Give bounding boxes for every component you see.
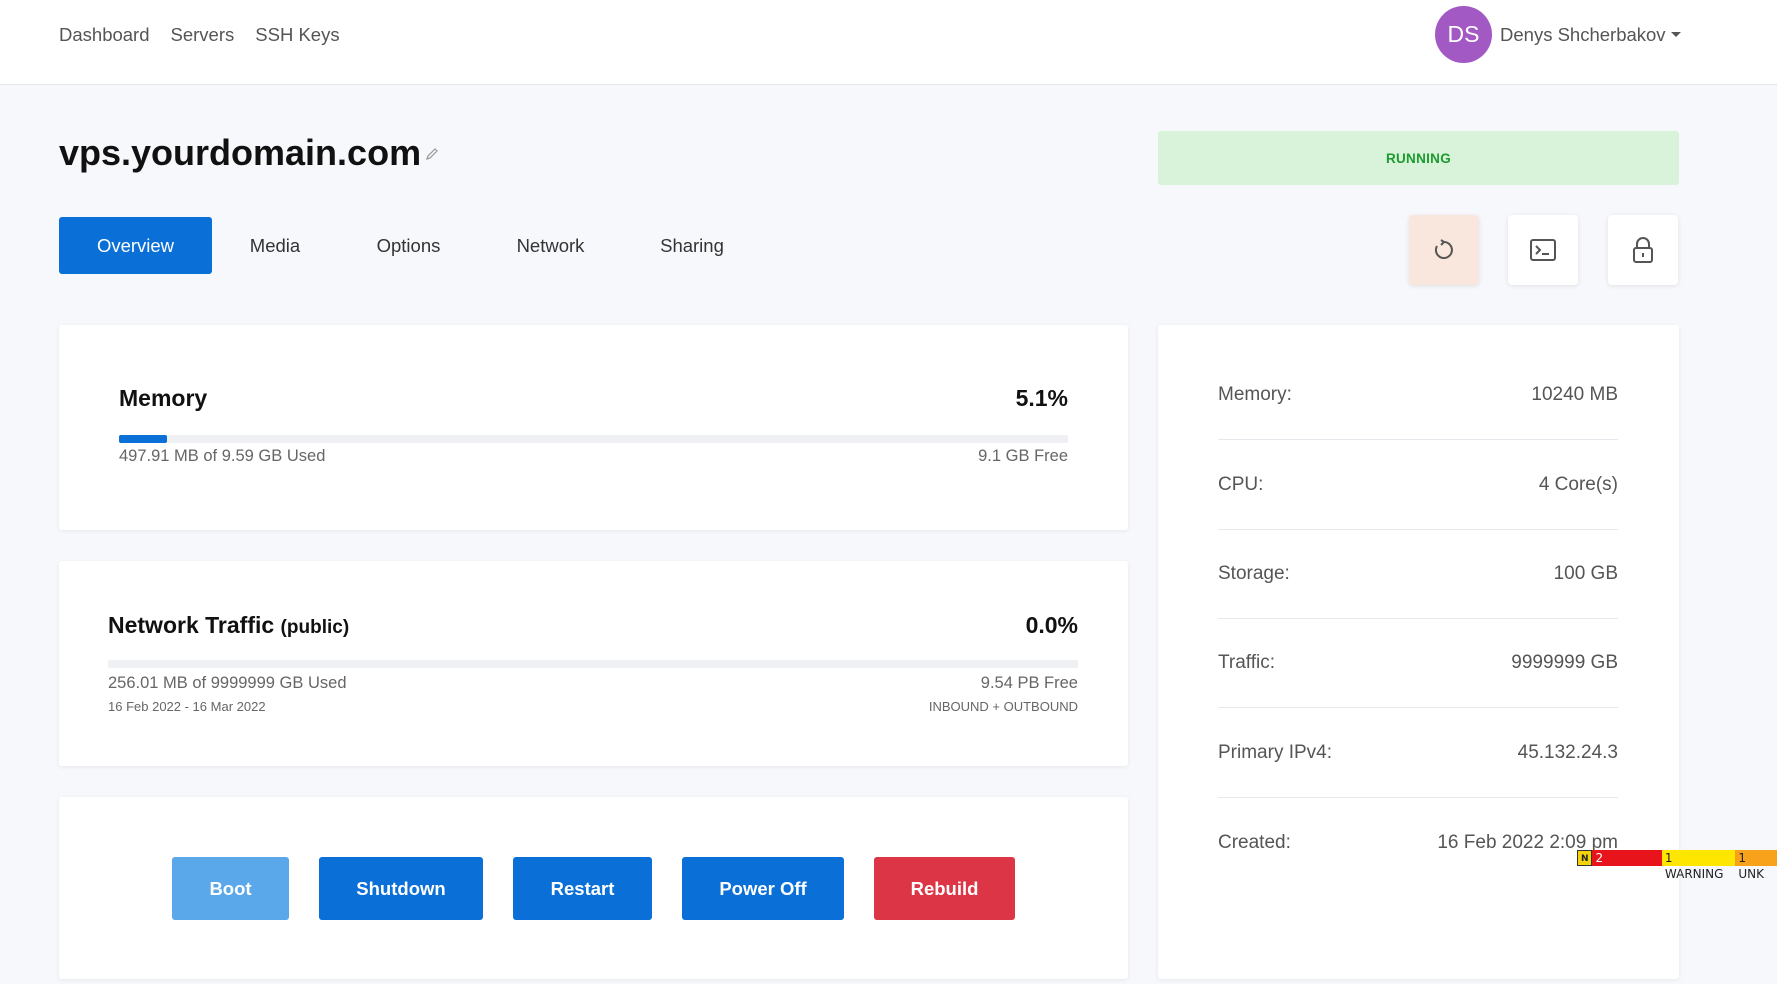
- spec-value: 4 Core(s): [1538, 474, 1618, 495]
- memory-progress-fill: [119, 435, 168, 443]
- traffic-progress-bar: [108, 660, 1078, 668]
- spec-label: Memory:: [1218, 384, 1292, 405]
- spec-created: Created: 16 Feb 2022 2:09 pm: [1218, 798, 1618, 887]
- page-title: vps.yourdomain.com: [59, 132, 422, 173]
- unknown-count-badge[interactable]: 1 UNK: [1735, 850, 1777, 881]
- traffic-free-text: 9.54 PB Free: [980, 674, 1078, 692]
- console-button[interactable]: [1508, 215, 1578, 285]
- shutdown-button[interactable]: Shutdown: [319, 857, 483, 920]
- spec-value: 100 GB: [1553, 563, 1618, 584]
- traffic-title-text: Network Traffic: [108, 612, 275, 638]
- main-nav: Dashboard Servers SSH Keys: [59, 24, 340, 46]
- nav-servers-link[interactable]: Servers: [171, 24, 235, 46]
- memory-free-text: 9.1 GB Free: [978, 447, 1068, 465]
- traffic-direction: INBOUND + OUTBOUND: [928, 699, 1078, 714]
- tab-bar: Overview Media Options Network Sharing: [59, 217, 762, 274]
- user-name[interactable]: Denys Shcherbakov: [1500, 24, 1666, 46]
- power-actions-card: Boot Shutdown Restart Power Off Rebuild: [59, 797, 1128, 979]
- spec-label: CPU:: [1218, 474, 1264, 495]
- rebuild-button[interactable]: Rebuild: [874, 857, 1015, 920]
- tab-network[interactable]: Network: [479, 217, 622, 274]
- lock-button[interactable]: [1608, 215, 1678, 285]
- reinstall-icon: [1434, 239, 1453, 259]
- spec-primary-ipv4: Primary IPv4: 45.132.24.3: [1218, 709, 1618, 798]
- spec-value: 45.132.24.3: [1517, 742, 1618, 763]
- console-icon: [1530, 239, 1556, 261]
- avatar[interactable]: DS: [1435, 6, 1492, 63]
- traffic-period: 16 Feb 2022 - 16 Mar 2022: [108, 699, 266, 714]
- power-off-button[interactable]: Power Off: [682, 857, 844, 920]
- memory-progress-bar: [119, 435, 1068, 443]
- tab-overview[interactable]: Overview: [59, 217, 212, 274]
- spec-memory: Memory: 10240 MB: [1218, 351, 1618, 440]
- pencil-icon[interactable]: [425, 147, 439, 161]
- top-navbar: Dashboard Servers SSH Keys DS Denys Shch…: [0, 0, 1777, 85]
- restart-button[interactable]: Restart: [513, 857, 652, 920]
- warning-count-badge[interactable]: 1 WARNING: [1661, 850, 1736, 881]
- traffic-percent: 0.0%: [1025, 612, 1078, 638]
- lock-icon: [1633, 237, 1653, 263]
- memory-used-text: 497.91 MB of 9.59 GB Used: [119, 447, 326, 465]
- spec-traffic: Traffic: 9999999 GB: [1218, 619, 1618, 708]
- boot-button[interactable]: Boot: [172, 857, 289, 920]
- reinstall-button[interactable]: [1409, 215, 1479, 285]
- network-traffic-card: Network Traffic (public) 0.0% 256.01 MB …: [59, 561, 1128, 766]
- spec-value: 10240 MB: [1531, 384, 1618, 405]
- monitoring-status-widget[interactable]: N 2 CRITICAL 1 WARNING 1 UNK: [1577, 850, 1777, 881]
- spec-label: Created:: [1218, 831, 1291, 853]
- monitor-logo-icon: N: [1577, 850, 1593, 866]
- tab-sharing[interactable]: Sharing: [622, 217, 762, 274]
- memory-percent: 5.1%: [1015, 385, 1068, 411]
- chevron-down-icon[interactable]: [1670, 32, 1681, 37]
- memory-card: Memory 5.1% 497.91 MB of 9.59 GB Used 9.…: [59, 325, 1128, 530]
- critical-count-badge[interactable]: 2 CRITICAL: [1592, 850, 1662, 881]
- status-badge: RUNNING: [1158, 131, 1679, 185]
- user-menu[interactable]: DS Denys Shcherbakov: [1435, 6, 1681, 63]
- nav-ssh-keys-link[interactable]: SSH Keys: [255, 24, 339, 46]
- traffic-title: Network Traffic (public): [108, 612, 349, 639]
- spec-value: 9999999 GB: [1511, 652, 1618, 673]
- traffic-title-suffix: (public): [280, 617, 350, 638]
- spec-label: Primary IPv4:: [1218, 742, 1333, 763]
- spec-label: Traffic:: [1218, 652, 1276, 673]
- tab-options[interactable]: Options: [338, 217, 479, 274]
- spec-storage: Storage: 100 GB: [1218, 530, 1618, 619]
- spec-cpu: CPU: 4 Core(s): [1218, 441, 1618, 530]
- nav-dashboard-link[interactable]: Dashboard: [59, 24, 150, 46]
- tab-media[interactable]: Media: [212, 217, 338, 274]
- memory-title: Memory: [119, 385, 208, 411]
- traffic-used-text: 256.01 MB of 9999999 GB Used: [108, 674, 347, 692]
- spec-label: Storage:: [1218, 563, 1290, 584]
